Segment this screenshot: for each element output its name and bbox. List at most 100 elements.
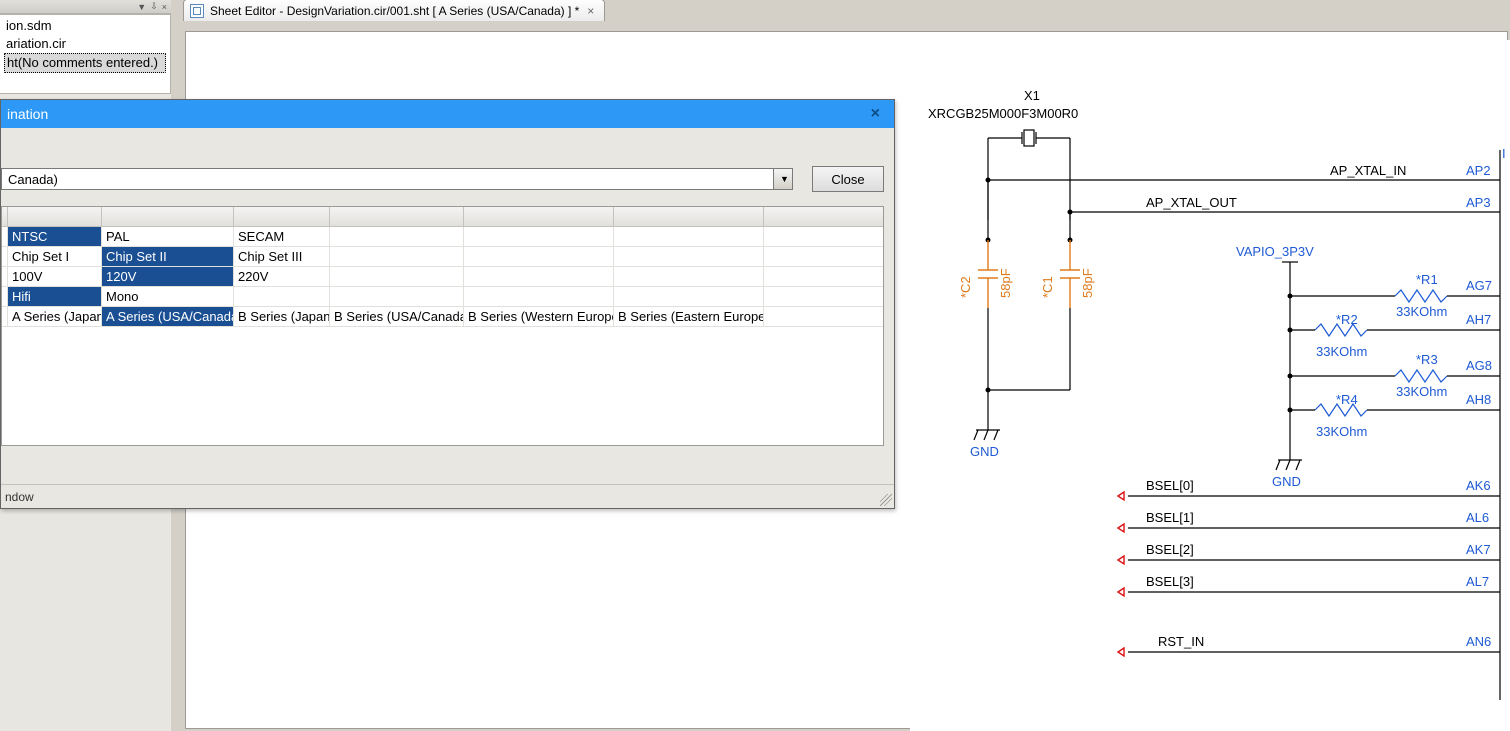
grid-column-header[interactable] [464, 207, 614, 226]
document-tab[interactable]: Sheet Editor - DesignVariation.cir/001.s… [183, 0, 605, 21]
grid-cell[interactable]: 220V [234, 267, 330, 286]
pin-al7: AL7 [1466, 574, 1489, 589]
refdes-x1: X1 [1024, 88, 1040, 103]
power-vapio: VAPIO_3P3V [1236, 244, 1314, 259]
netlabel-bsel2: BSEL[2] [1146, 542, 1194, 557]
sheet-editor-icon [190, 4, 204, 18]
variation-combo-drop-icon[interactable]: ▼ [773, 168, 793, 190]
pin-ag8: AG8 [1466, 358, 1492, 373]
grid-cell[interactable] [234, 287, 330, 306]
pin-ah7: AH7 [1466, 312, 1491, 327]
dialog-title-text: ination [7, 106, 48, 122]
grid-cell[interactable] [464, 227, 614, 246]
project-tree[interactable]: ion.sdm ariation.cir ht(No comments ente… [0, 14, 171, 94]
crystal-symbol [988, 130, 1070, 220]
grid-cell[interactable]: Chip Set I [8, 247, 102, 266]
grid-column-header[interactable] [614, 207, 764, 226]
refdes-r1: *R1 [1416, 272, 1438, 287]
tree-item-selected[interactable]: ht(No comments entered.) [4, 53, 166, 73]
grid-cell[interactable]: Hifi [8, 287, 102, 306]
dialog-titlebar[interactable]: ination × [1, 100, 894, 128]
resistor-group: *R1 33KOhm AG7 *R2 33KOhm AH7 *R3 33KOhm… [1316, 272, 1492, 439]
document-tab-title: Sheet Editor - DesignVariation.cir/001.s… [210, 4, 579, 18]
grid-row[interactable]: HifiMono [2, 287, 883, 307]
pin-ap2: AP2 [1466, 163, 1491, 178]
value-c2: 58pF [998, 268, 1013, 298]
grid-cell[interactable] [464, 267, 614, 286]
grid-column-header[interactable] [102, 207, 234, 226]
grid-row[interactable]: 100V120V220V [2, 267, 883, 287]
grid-cell[interactable]: 100V [8, 267, 102, 286]
netlabel-apxtalout: AP_XTAL_OUT [1146, 195, 1237, 210]
netlabel-bsel0: BSEL[0] [1146, 478, 1194, 493]
panel-menu-icon[interactable]: ▼ [137, 2, 146, 12]
panel-close-icon[interactable]: × [162, 2, 167, 12]
grid-cell[interactable] [464, 247, 614, 266]
grid-cell[interactable]: B Series (Eastern Europe) [614, 307, 764, 326]
refdes-r2: *R2 [1336, 312, 1358, 327]
grid-cell[interactable]: NTSC [8, 227, 102, 246]
netlabel-bsel3: BSEL[3] [1146, 574, 1194, 589]
grid-cell[interactable] [614, 247, 764, 266]
grid-cell[interactable]: A Series (USA/Canada) [102, 307, 234, 326]
grid-cell[interactable]: SECAM [234, 227, 330, 246]
pin-an6: AN6 [1466, 634, 1491, 649]
pin-ag7: AG7 [1466, 278, 1492, 293]
grid-cell[interactable] [330, 267, 464, 286]
variation-combo-input[interactable] [1, 168, 773, 190]
rst-group: RST_IN AN6 [1118, 634, 1500, 656]
netlabel-rstin: RST_IN [1158, 634, 1204, 649]
value-r1: 33KOhm [1396, 304, 1447, 319]
grid-cell[interactable]: B Series (Western Europe) [464, 307, 614, 326]
cap-c1-symbol [1060, 240, 1080, 308]
value-c1: 58pF [1080, 268, 1095, 298]
refdes-c1: *C1 [1040, 276, 1055, 298]
grid-cell[interactable]: B Series (USA/Canada) [330, 307, 464, 326]
refdes-c2: *C2 [958, 276, 973, 298]
grid-column-header[interactable] [234, 207, 330, 226]
grid-cell[interactable] [330, 227, 464, 246]
panel-pin-icon[interactable]: ⇩ [150, 1, 158, 12]
netlabel-bsel1: BSEL[1] [1146, 510, 1194, 525]
tree-item[interactable]: ariation.cir [4, 35, 166, 53]
variation-grid[interactable]: NTSCPALSECAMChip Set IChip Set IIChip Se… [1, 206, 884, 446]
grid-cell[interactable]: A Series (Japan) [8, 307, 102, 326]
grid-cell[interactable] [464, 287, 614, 306]
grid-header-row [2, 207, 883, 227]
variation-combo[interactable]: ▼ [1, 168, 793, 190]
dialog-body: ▼ Close NTSCPALSECAMChip Set IChip Set I… [1, 128, 894, 484]
tree-item[interactable]: ion.sdm [4, 17, 166, 35]
pin-ak7: AK7 [1466, 542, 1491, 557]
schematic-view[interactable]: .wire { stroke:#000; stroke-width:1.2; f… [910, 40, 1510, 731]
close-button[interactable]: Close [812, 166, 884, 192]
grid-cell[interactable] [614, 267, 764, 286]
grid-column-header[interactable] [330, 207, 464, 226]
grid-cell[interactable]: Chip Set III [234, 247, 330, 266]
grid-cell[interactable]: Chip Set II [102, 247, 234, 266]
grid-cell[interactable] [330, 287, 464, 306]
variation-dialog: ination × ▼ Close NTSCPALSECAMChip Set I… [0, 99, 895, 509]
grid-cell[interactable]: B Series (Japan) [234, 307, 330, 326]
cap-c2-symbol [978, 240, 998, 308]
grid-cell[interactable] [330, 247, 464, 266]
dialog-close-icon[interactable]: × [865, 105, 886, 123]
grid-column-header[interactable] [8, 207, 102, 226]
value-r2: 33KOhm [1316, 344, 1367, 359]
gnd-label-left: GND [970, 444, 999, 459]
refdes-r4: *R4 [1336, 392, 1358, 407]
grid-row[interactable]: A Series (Japan)A Series (USA/Canada)B S… [2, 307, 883, 327]
grid-cell[interactable] [614, 227, 764, 246]
grid-row[interactable]: NTSCPALSECAM [2, 227, 883, 247]
grid-cell[interactable]: 120V [102, 267, 234, 286]
value-r3: 33KOhm [1396, 384, 1447, 399]
close-tab-icon[interactable]: × [585, 4, 596, 18]
value-r4: 33KOhm [1316, 424, 1367, 439]
grid-cell[interactable] [614, 287, 764, 306]
bsel-group: BSEL[0] AK6 BSEL[1] AL6 BSEL[2] AK7 BSEL… [1118, 478, 1500, 596]
grid-row[interactable]: Chip Set IChip Set IIChip Set III [2, 247, 883, 267]
gnd-label-right: GND [1272, 474, 1301, 489]
grid-cell[interactable]: PAL [102, 227, 234, 246]
pin-ap3: AP3 [1466, 195, 1491, 210]
grid-cell[interactable]: Mono [102, 287, 234, 306]
refdes-r3: *R3 [1416, 352, 1438, 367]
